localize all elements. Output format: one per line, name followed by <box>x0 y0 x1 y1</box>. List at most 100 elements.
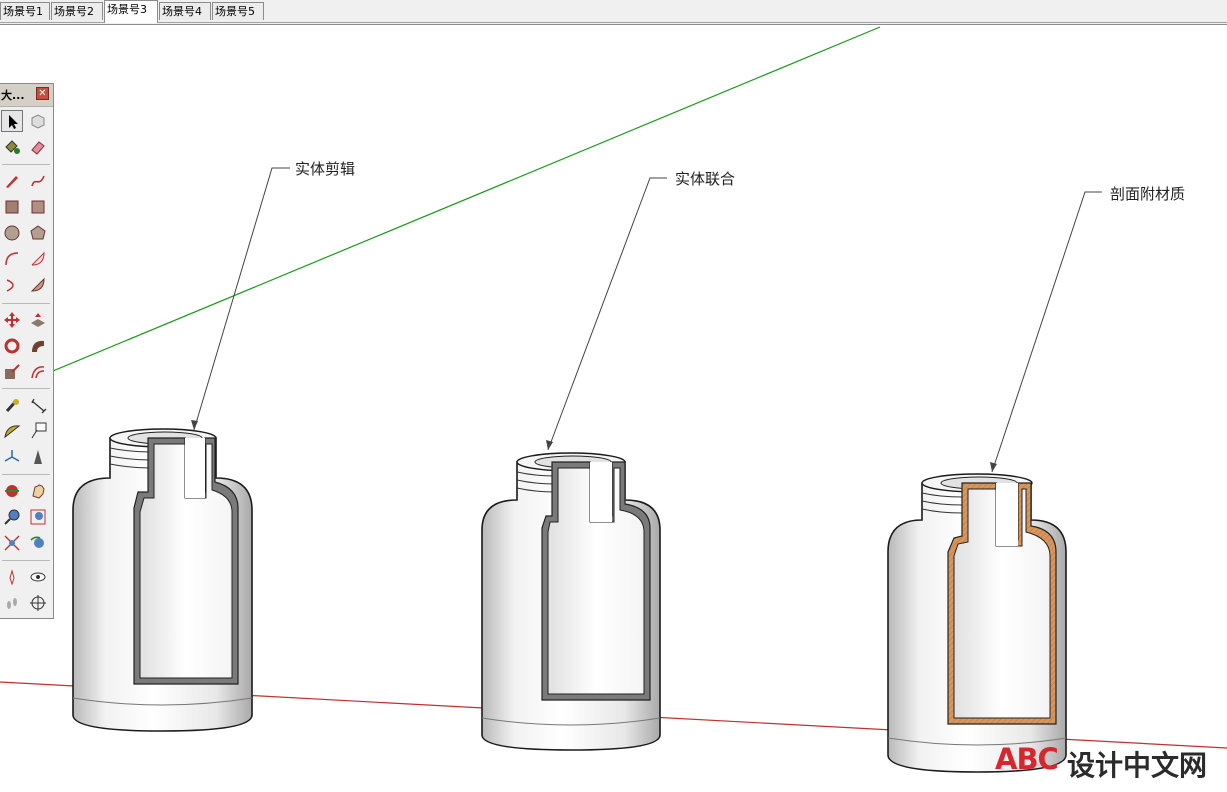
tab-underline <box>0 22 1227 23</box>
push-pull-icon <box>31 313 45 327</box>
rectangle-icon <box>5 200 19 214</box>
watermark-site-name: 设计中文网 <box>1067 749 1208 782</box>
eraser-icon <box>31 141 45 155</box>
modeling-viewport[interactable]: 实体剪辑 实体联合 剖面附材质 <box>0 25 1227 792</box>
axes-tool-button[interactable] <box>1 446 23 468</box>
pan-tool-button[interactable] <box>27 480 49 502</box>
pan-icon <box>32 484 45 499</box>
text-icon <box>31 422 47 439</box>
select-icon <box>9 115 18 129</box>
annotation-solid-union[interactable]: 实体联合 <box>675 168 735 189</box>
polygon-tool-button[interactable] <box>27 222 49 244</box>
pencil-tool-button[interactable] <box>1 170 23 192</box>
annotation-solid-trim[interactable]: 实体剪辑 <box>295 158 355 179</box>
palette-separator <box>2 474 50 475</box>
scene-tab-2[interactable]: 场景号2 <box>51 2 103 20</box>
tape-measure-icon <box>5 398 19 413</box>
paint-bucket-tool-button[interactable] <box>1 136 23 158</box>
zoom-extents-icon <box>4 535 20 551</box>
rotated-rectangle-tool-button[interactable] <box>27 196 49 218</box>
leader-line-1 <box>191 167 290 431</box>
protractor-icon <box>4 425 21 439</box>
walk-tool-button[interactable] <box>1 592 23 614</box>
zoom-window-icon <box>30 509 46 525</box>
polygon-icon <box>30 225 46 240</box>
arc-icon <box>5 252 19 266</box>
two-point-arc-tool-button[interactable] <box>1 274 23 296</box>
walk-icon <box>7 598 17 609</box>
palette-title: 大... <box>1 89 25 102</box>
pie-icon <box>31 251 45 266</box>
look-around-tool-button[interactable] <box>27 566 49 588</box>
two-point-arc-icon <box>6 279 14 292</box>
large-toolset-palette: 大... ✕ <box>0 83 54 619</box>
pie-tool-button[interactable] <box>27 248 49 270</box>
leader-line-2 <box>546 177 667 451</box>
scene-tab-3[interactable]: 场景号3 <box>104 0 158 23</box>
circle-tool-button[interactable] <box>1 222 23 244</box>
palette-close-button[interactable]: ✕ <box>36 87 49 100</box>
eraser-tool-button[interactable] <box>27 136 49 158</box>
three-point-arc-icon <box>30 277 45 292</box>
protractor-tool-button[interactable] <box>1 420 23 442</box>
tape-measure-tool-button[interactable] <box>1 394 23 416</box>
make-component-icon <box>31 114 45 129</box>
freehand-icon <box>31 175 45 187</box>
rotate-tool-button[interactable] <box>1 335 23 357</box>
3d-text-icon <box>34 450 42 464</box>
previous-view-icon <box>30 536 44 548</box>
palette-title-bar[interactable]: 大... ✕ <box>0 84 53 107</box>
select-tool-button[interactable] <box>1 110 23 132</box>
palette-separator <box>2 560 50 561</box>
palette-separator <box>2 164 50 165</box>
bottle-solid-trim[interactable] <box>72 428 253 732</box>
paint-bucket-icon <box>5 140 20 154</box>
orbit-tool-button[interactable] <box>1 480 23 502</box>
zoom-window-tool-button[interactable] <box>27 506 49 528</box>
move-tool-button[interactable] <box>1 309 23 331</box>
3d-text-tool-button[interactable] <box>27 446 49 468</box>
circle-icon <box>4 225 20 241</box>
follow-me-icon <box>32 340 44 352</box>
scene-canvas[interactable] <box>0 25 1227 792</box>
follow-me-tool-button[interactable] <box>27 335 49 357</box>
bottle-section-material[interactable] <box>887 473 1067 773</box>
move-icon <box>4 312 20 328</box>
green-axis-line <box>0 26 881 394</box>
zoom-extents-tool-button[interactable] <box>1 532 23 554</box>
freehand-tool-button[interactable] <box>27 170 49 192</box>
zoom-tool-button[interactable] <box>1 506 23 528</box>
leader-line-3 <box>990 191 1102 473</box>
rectangle-tool-button[interactable] <box>1 196 23 218</box>
scene-tab-1[interactable]: 场景号1 <box>0 2 50 20</box>
text-tool-button[interactable] <box>27 420 49 442</box>
close-icon: ✕ <box>38 88 47 99</box>
dimension-tool-button[interactable] <box>27 394 49 416</box>
zoom-icon <box>4 509 20 525</box>
palette-separator <box>2 303 50 304</box>
rotate-icon <box>4 338 20 354</box>
watermark-logo: ABC <box>995 742 1059 776</box>
section-plane-tool-button[interactable] <box>27 592 49 614</box>
position-camera-tool-button[interactable] <box>1 566 23 588</box>
scene-tab-5[interactable]: 场景号5 <box>212 2 264 20</box>
scene-tab-4[interactable]: 场景号4 <box>159 2 211 20</box>
position-camera-icon <box>9 569 15 586</box>
offset-tool-button[interactable] <box>27 361 49 383</box>
push-pull-tool-button[interactable] <box>27 309 49 331</box>
annotation-section-material[interactable]: 剖面附材质 <box>1110 183 1185 204</box>
arc-tool-button[interactable] <box>1 248 23 270</box>
make-component-tool-button[interactable] <box>27 110 49 132</box>
bottle-solid-union[interactable] <box>481 452 661 751</box>
previous-view-tool-button[interactable] <box>27 532 49 554</box>
three-point-arc-tool-button[interactable] <box>27 274 49 296</box>
look-around-icon <box>30 572 46 582</box>
rotated-rectangle-icon <box>31 200 45 214</box>
axes-icon <box>4 450 20 462</box>
scale-icon <box>5 364 20 379</box>
orbit-icon <box>5 485 19 497</box>
scene-tab-bar: 场景号1 场景号2 场景号3 场景号4 场景号5 <box>0 0 1227 25</box>
scale-tool-button[interactable] <box>1 361 23 383</box>
section-plane-icon <box>30 595 46 611</box>
dimension-icon <box>31 398 47 414</box>
